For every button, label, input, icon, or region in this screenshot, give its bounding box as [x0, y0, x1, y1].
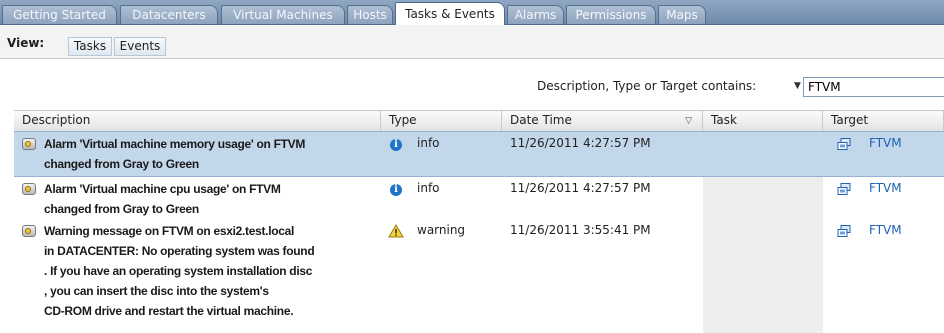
vm-icon [837, 138, 851, 150]
alarm-icon [22, 225, 36, 237]
view-events-button[interactable]: Events [114, 37, 166, 56]
tab-alarms[interactable]: Alarms [507, 5, 564, 24]
sort-descending-icon: ▽ [685, 116, 692, 126]
event-description: Alarm 'Virtual machine memory usage' on … [44, 137, 306, 171]
column-header-type[interactable]: Type [381, 111, 502, 131]
column-header-target[interactable]: Target [823, 111, 944, 131]
filter-dropdown-icon[interactable]: ▼ [794, 81, 801, 91]
event-description: Alarm 'Virtual machine cpu usage' on FTV… [44, 182, 281, 216]
tab-hosts[interactable]: Hosts [347, 5, 393, 24]
tab-datacenters[interactable]: Datacenters [120, 5, 218, 24]
tab-permissions[interactable]: Permissions [566, 5, 656, 24]
event-target-link[interactable]: FTVM [869, 136, 902, 150]
event-description: Warning message on FTVM on esxi2.test.lo… [44, 224, 315, 318]
filter-label: Description, Type or Target contains: [537, 79, 757, 93]
events-grid: Description Type Date Time ▽ Task Target… [14, 110, 944, 333]
vm-icon [837, 225, 851, 237]
tab-virtual-machines[interactable]: Virtual Machines [221, 5, 345, 24]
event-type: info [417, 181, 440, 195]
info-icon: i [390, 184, 402, 196]
filter-input[interactable] [803, 77, 944, 97]
column-header-date-time[interactable]: Date Time ▽ [502, 111, 703, 131]
tab-getting-started[interactable]: Getting Started [2, 5, 117, 24]
event-target-link[interactable]: FTVM [869, 223, 902, 237]
info-icon: i [390, 139, 402, 151]
view-label: View: [7, 36, 45, 50]
tab-tasks-events[interactable]: Tasks & Events [395, 2, 505, 25]
tab-strip: Getting Started Datacenters Virtual Mach… [0, 0, 944, 25]
event-row[interactable]: Alarm 'Virtual machine cpu usage' on FTV… [14, 177, 944, 219]
column-header-date-time-label: Date Time [510, 113, 572, 127]
view-bar: View: Tasks Events [0, 25, 944, 59]
column-header-description[interactable]: Description [14, 111, 381, 131]
column-header-task[interactable]: Task [703, 111, 823, 131]
event-row[interactable]: Alarm 'Virtual machine memory usage' on … [14, 131, 944, 177]
event-date-time: 11/26/2011 4:27:57 PM [510, 136, 651, 150]
alarm-icon [22, 183, 36, 195]
event-row[interactable]: Warning message on FTVM on esxi2.test.lo… [14, 219, 944, 333]
event-date-time: 11/26/2011 3:55:41 PM [510, 223, 651, 237]
tab-maps[interactable]: Maps [658, 5, 706, 24]
grid-header: Description Type Date Time ▽ Task Target [14, 110, 944, 132]
event-target-link[interactable]: FTVM [869, 181, 902, 195]
event-date-time: 11/26/2011 4:27:57 PM [510, 181, 651, 195]
alarm-icon [22, 138, 36, 150]
vm-icon [837, 183, 851, 195]
event-type: warning [417, 223, 466, 237]
event-type: info [417, 136, 440, 150]
view-tasks-button[interactable]: Tasks [68, 37, 112, 56]
warning-icon [388, 224, 404, 238]
